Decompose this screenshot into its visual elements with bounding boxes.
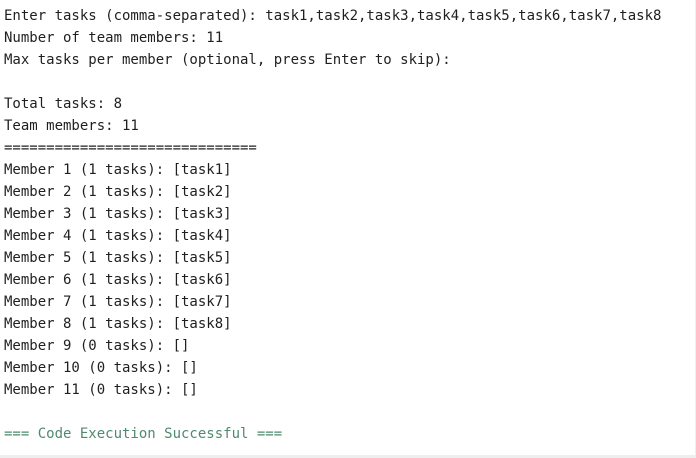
members-prompt-line: Number of team members: 11 <box>4 30 224 46</box>
team-members-line: Team members: 11 <box>4 118 139 134</box>
assignment-line: Member 7 (1 tasks): [task7] <box>4 294 232 310</box>
assignment-line: Member 2 (1 tasks): [task2] <box>4 184 232 200</box>
assignment-line: Member 3 (1 tasks): [task3] <box>4 206 232 222</box>
max-tasks-prompt-line: Max tasks per member (optional, press En… <box>4 52 451 68</box>
assignment-line: Member 10 (0 tasks): [] <box>4 360 198 376</box>
console-output: Enter tasks (comma-separated): task1,tas… <box>0 0 696 456</box>
assignment-line: Member 5 (1 tasks): [task5] <box>4 250 232 266</box>
assignment-line: Member 11 (0 tasks): [] <box>4 382 198 398</box>
assignment-line: Member 8 (1 tasks): [task8] <box>4 316 232 332</box>
total-tasks-line: Total tasks: 8 <box>4 96 123 112</box>
separator-line: ============================== <box>4 140 257 156</box>
tasks-prompt-line: Enter tasks (comma-separated): task1,tas… <box>4 8 662 24</box>
assignment-line: Member 6 (1 tasks): [task6] <box>4 272 232 288</box>
assignment-line: Member 1 (1 tasks): [task1] <box>4 162 232 178</box>
execution-success-message: === Code Execution Successful === <box>4 426 283 442</box>
assignment-line: Member 9 (0 tasks): [] <box>4 338 190 354</box>
assignment-line: Member 4 (1 tasks): [task4] <box>4 228 232 244</box>
